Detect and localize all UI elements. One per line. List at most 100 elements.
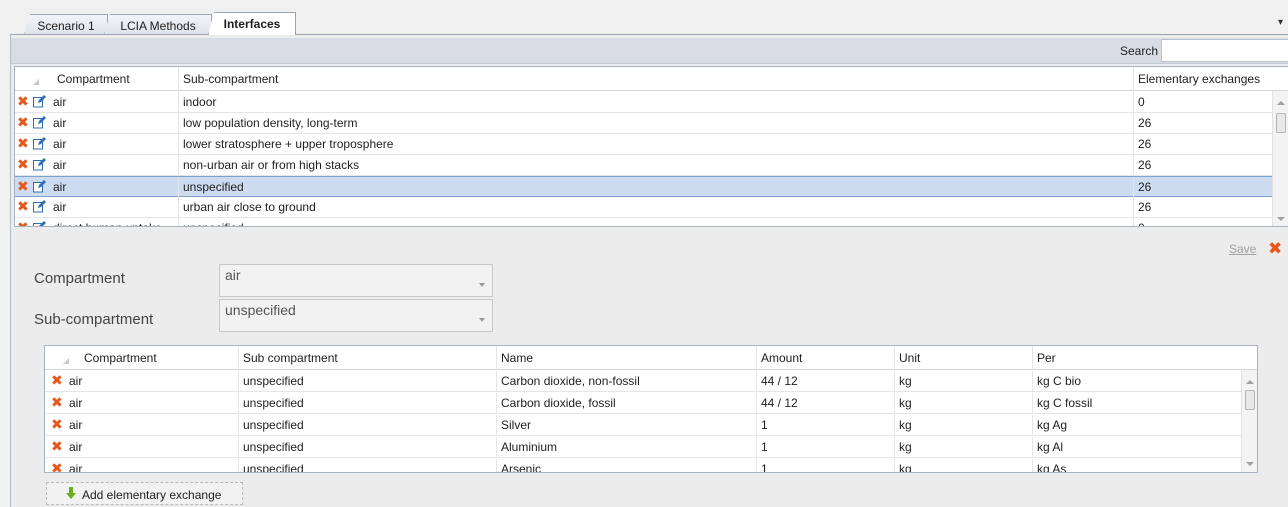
cell-per: kg C bio xyxy=(1032,371,1242,391)
edit-icon[interactable] xyxy=(33,200,46,213)
table-row[interactable]: ✖ air non-urban air or from high stacks 26 xyxy=(15,155,1273,176)
remove-icon[interactable]: ✖ xyxy=(17,136,29,150)
cell-compartment: air xyxy=(53,95,67,109)
row-actions: ✖ xyxy=(15,177,53,197)
cell-elementary-exchanges: 0 xyxy=(1133,218,1273,226)
row-actions: ✖ xyxy=(45,437,67,457)
edit-icon[interactable] xyxy=(33,158,46,171)
remove-icon[interactable]: ✖ xyxy=(17,199,29,213)
header-compartment[interactable]: Compartment xyxy=(80,346,238,370)
save-button[interactable]: Save xyxy=(1229,242,1256,256)
cell-sub-compartment: low population density, long-term xyxy=(178,113,1133,133)
cell-compartment: air xyxy=(69,374,83,388)
select-all-glyph xyxy=(63,358,69,364)
header-compartment[interactable]: Compartment xyxy=(53,67,178,91)
select-all-glyph xyxy=(33,79,39,85)
remove-icon[interactable]: ✖ xyxy=(51,417,63,431)
scroll-up-arrow[interactable] xyxy=(1246,380,1254,384)
cell-compartment: air xyxy=(69,396,83,410)
row-actions: ✖ xyxy=(45,371,67,391)
cell-compartment: air xyxy=(53,116,67,130)
tab-interfaces[interactable]: Interfaces xyxy=(208,12,296,35)
remove-icon[interactable]: ✖ xyxy=(51,461,63,472)
table-row[interactable]: ✖ air unspecified Carbon dioxide, non-fossi… xyxy=(45,371,1242,392)
cell-sub-compartment: unspecified xyxy=(238,437,496,457)
cell-unit: kg xyxy=(894,459,1032,472)
edit-icon[interactable] xyxy=(33,137,46,150)
remove-icon[interactable]: ✖ xyxy=(17,220,29,226)
table-row[interactable]: ✖ air urban air close to ground 26 xyxy=(15,197,1273,218)
compartments-grid-header: Compartment Sub-compartment Elementary e… xyxy=(15,67,1288,91)
header-sub-compartment[interactable]: Sub compartment xyxy=(238,346,496,370)
search-bar: Search xyxy=(11,38,1288,64)
cell-compartment: air xyxy=(69,440,83,454)
table-row[interactable]: ✖ air unspecified 26 xyxy=(15,176,1273,197)
compartment-select[interactable]: air xyxy=(219,264,493,297)
tab-scenario-1[interactable]: Scenario 1 xyxy=(24,14,108,35)
remove-icon[interactable]: ✖ xyxy=(51,439,63,453)
search-input[interactable] xyxy=(1161,39,1288,62)
exchanges-scrollbar[interactable] xyxy=(1241,370,1257,472)
header-per[interactable]: Per xyxy=(1032,346,1242,370)
scroll-down-arrow[interactable] xyxy=(1277,217,1285,221)
cell-unit: kg xyxy=(894,393,1032,413)
interfaces-panel: Search Compartment Sub-compartment Eleme… xyxy=(10,35,1288,507)
cell-elementary-exchanges: 26 xyxy=(1133,113,1273,133)
table-row[interactable]: ✖ air unspecified Silver 1 kg kg Ag xyxy=(45,415,1242,436)
cancel-icon[interactable]: ✖ xyxy=(1268,239,1282,259)
edit-icon[interactable] xyxy=(33,116,46,129)
cell-amount: 1 xyxy=(756,415,894,435)
cell-sub-compartment: urban air close to ground xyxy=(178,197,1133,217)
compartment-select-value: air xyxy=(225,267,241,283)
add-arrow-icon xyxy=(66,487,76,502)
cell-sub-compartment: indoor xyxy=(178,92,1133,112)
tab-menu-icon[interactable]: ▾ xyxy=(1278,17,1288,28)
table-row[interactable]: ✖ air low population density, long-term 26 xyxy=(15,113,1273,134)
add-elementary-exchange-label: Add elementary exchange xyxy=(82,488,222,502)
remove-icon[interactable]: ✖ xyxy=(17,115,29,129)
table-row[interactable]: ✖ direct human uptakeunspecified0 xyxy=(15,218,1273,226)
edit-icon[interactable] xyxy=(33,221,46,226)
header-sub-compartment[interactable]: Sub-compartment xyxy=(178,67,1133,91)
cell-compartment: air xyxy=(53,180,67,194)
cell-sub-compartment: unspecified xyxy=(178,177,1133,197)
tab-lcia-methods[interactable]: LCIA Methods xyxy=(104,14,212,35)
cell-compartment: air xyxy=(69,462,83,473)
row-actions: ✖ xyxy=(15,113,53,133)
compartments-scrollbar[interactable] xyxy=(1272,91,1288,226)
header-amount[interactable]: Amount xyxy=(756,346,894,370)
table-row[interactable]: ✖ air unspecified Arsenic 1 kg kg As xyxy=(45,459,1242,473)
scroll-thumb[interactable] xyxy=(1245,390,1255,410)
subcompartment-label: Sub-compartment xyxy=(34,311,154,328)
cell-per: kg Ag xyxy=(1032,415,1242,435)
scroll-up-arrow[interactable] xyxy=(1277,101,1285,105)
header-elementary-exchanges[interactable]: Elementary exchanges xyxy=(1133,67,1273,91)
cell-sub-compartment: unspecified xyxy=(238,393,496,413)
subcompartment-select[interactable]: unspecified xyxy=(219,299,493,332)
remove-icon[interactable]: ✖ xyxy=(17,157,29,171)
cell-compartment: air xyxy=(53,200,67,214)
cell-sub-compartment: unspecified xyxy=(238,415,496,435)
table-row[interactable]: ✖ air lower stratosphere + upper troposphe… xyxy=(15,134,1273,155)
table-row[interactable]: ✖ air indoor 0 xyxy=(15,92,1273,113)
add-elementary-exchange-button[interactable]: Add elementary exchange xyxy=(46,482,243,505)
row-actions: ✖ xyxy=(15,155,53,175)
exchanges-grid-header: Compartment Sub compartment Name Amount … xyxy=(45,346,1257,370)
remove-icon[interactable]: ✖ xyxy=(17,94,29,108)
remove-icon[interactable]: ✖ xyxy=(51,373,63,387)
remove-icon[interactable]: ✖ xyxy=(51,395,63,409)
scroll-thumb[interactable] xyxy=(1276,113,1286,133)
edit-icon[interactable] xyxy=(33,95,46,108)
row-actions: ✖ xyxy=(15,134,53,154)
table-row[interactable]: ✖ air unspecified Carbon dioxide, fossil 44 … xyxy=(45,393,1242,414)
cell-amount: 44 / 12 xyxy=(756,371,894,391)
cell-elementary-exchanges: 0 xyxy=(1133,92,1273,112)
header-name[interactable]: Name xyxy=(496,346,756,370)
scroll-down-arrow[interactable] xyxy=(1246,462,1254,466)
table-row[interactable]: ✖ air unspecified Aluminium 1 kg kg Al xyxy=(45,437,1242,458)
remove-icon[interactable]: ✖ xyxy=(17,179,29,193)
edit-icon[interactable] xyxy=(33,180,46,193)
cell-amount: 1 xyxy=(756,437,894,457)
cell-sub-compartment: non-urban air or from high stacks xyxy=(178,155,1133,175)
header-unit[interactable]: Unit xyxy=(894,346,1032,370)
